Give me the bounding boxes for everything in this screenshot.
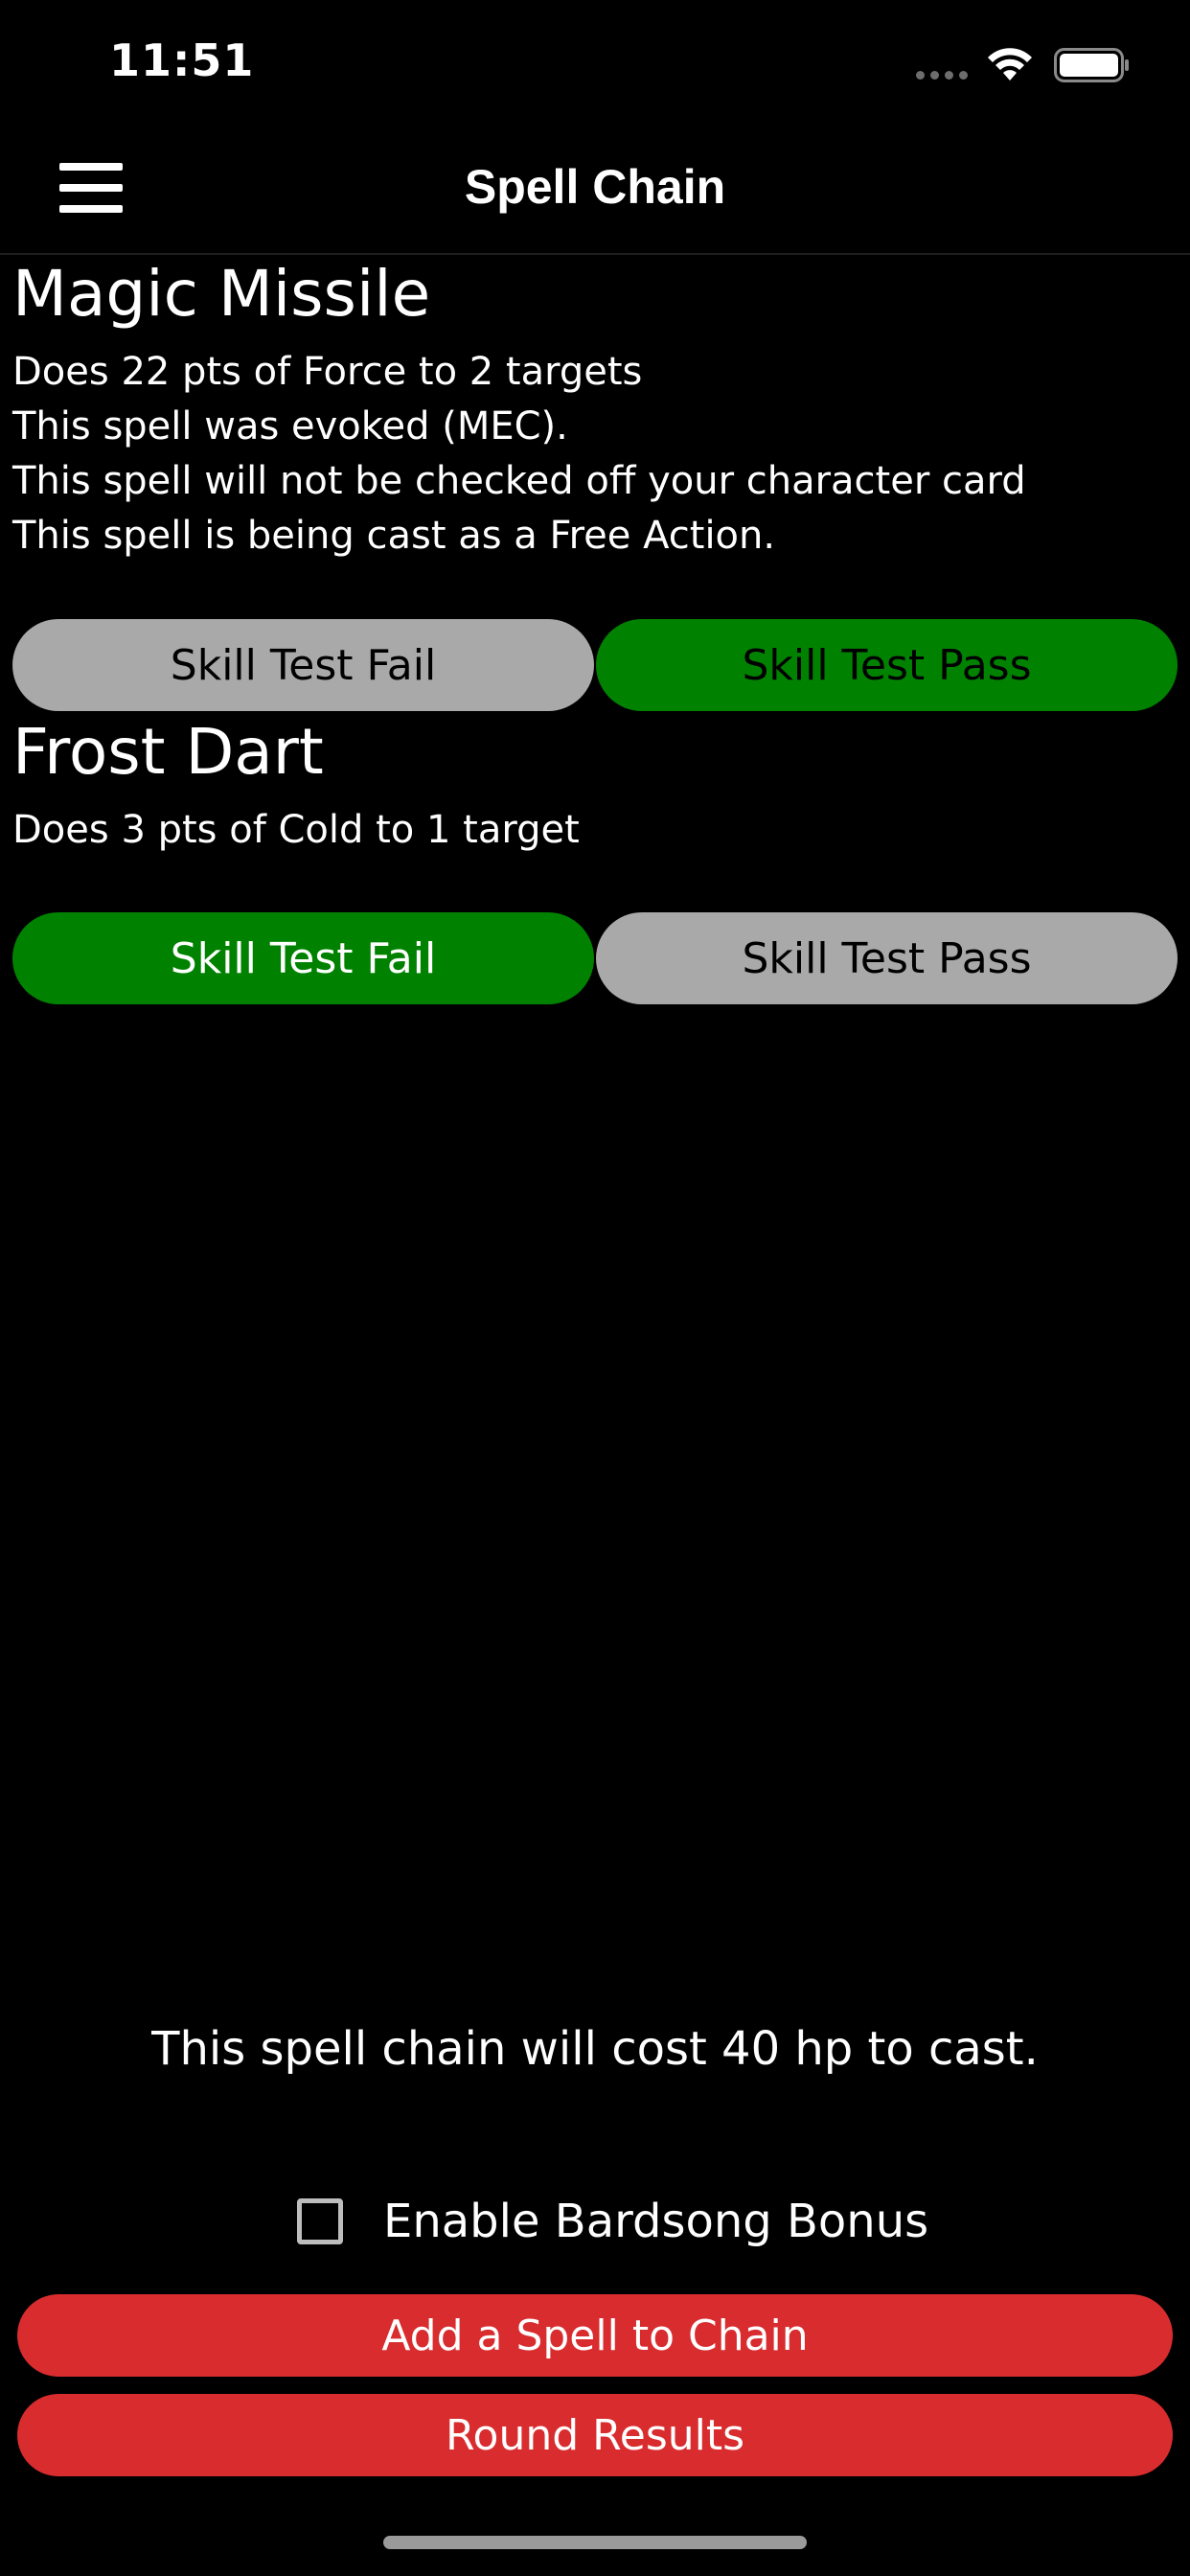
wifi-icon (988, 48, 1032, 80)
status-time: 11:51 (109, 34, 255, 86)
nav-bar: Spell Chain (0, 134, 1190, 255)
skill-test-fail-button[interactable]: Skill Test Fail (12, 619, 594, 711)
cellular-signal-icon (916, 71, 968, 80)
skill-test-toggle: Skill Test Fail Skill Test Pass (12, 912, 1178, 1004)
round-results-button[interactable]: Round Results (17, 2394, 1173, 2476)
skill-test-pass-button[interactable]: Skill Test Pass (596, 912, 1178, 1004)
bardsong-bonus-row[interactable]: Enable Bardsong Bonus (297, 2193, 928, 2250)
spell-description-line: This spell was evoked (MEC). (12, 404, 568, 448)
add-spell-button[interactable]: Add a Spell to Chain (17, 2294, 1173, 2377)
home-indicator[interactable] (383, 2536, 807, 2549)
bardsong-label[interactable]: Enable Bardsong Bonus (383, 2195, 928, 2248)
battery-icon (1054, 48, 1129, 82)
spell-description-line: Does 3 pts of Cold to 1 target (12, 808, 580, 852)
page-title: Spell Chain (464, 160, 726, 214)
status-bar: 11:51 (0, 0, 1190, 134)
bardsong-checkbox[interactable] (297, 2198, 343, 2244)
spell-name: Frost Dart (12, 715, 324, 789)
spell-description: Does 22 pts of Force to 2 targets This s… (12, 345, 1026, 564)
spell-chain-cost-text: This spell chain will cost 40 hp to cast… (151, 2022, 1039, 2076)
spell-name: Magic Missile (12, 257, 431, 331)
spell-description-line: This spell will not be checked off your … (12, 459, 1026, 503)
skill-test-pass-button[interactable]: Skill Test Pass (596, 619, 1178, 711)
spell-description-line: Does 22 pts of Force to 2 targets (12, 350, 643, 394)
skill-test-toggle: Skill Test Fail Skill Test Pass (12, 619, 1178, 711)
skill-test-fail-button[interactable]: Skill Test Fail (12, 912, 594, 1004)
spell-description: Does 3 pts of Cold to 1 target (12, 803, 580, 858)
spell-description-line: This spell is being cast as a Free Actio… (12, 514, 776, 558)
